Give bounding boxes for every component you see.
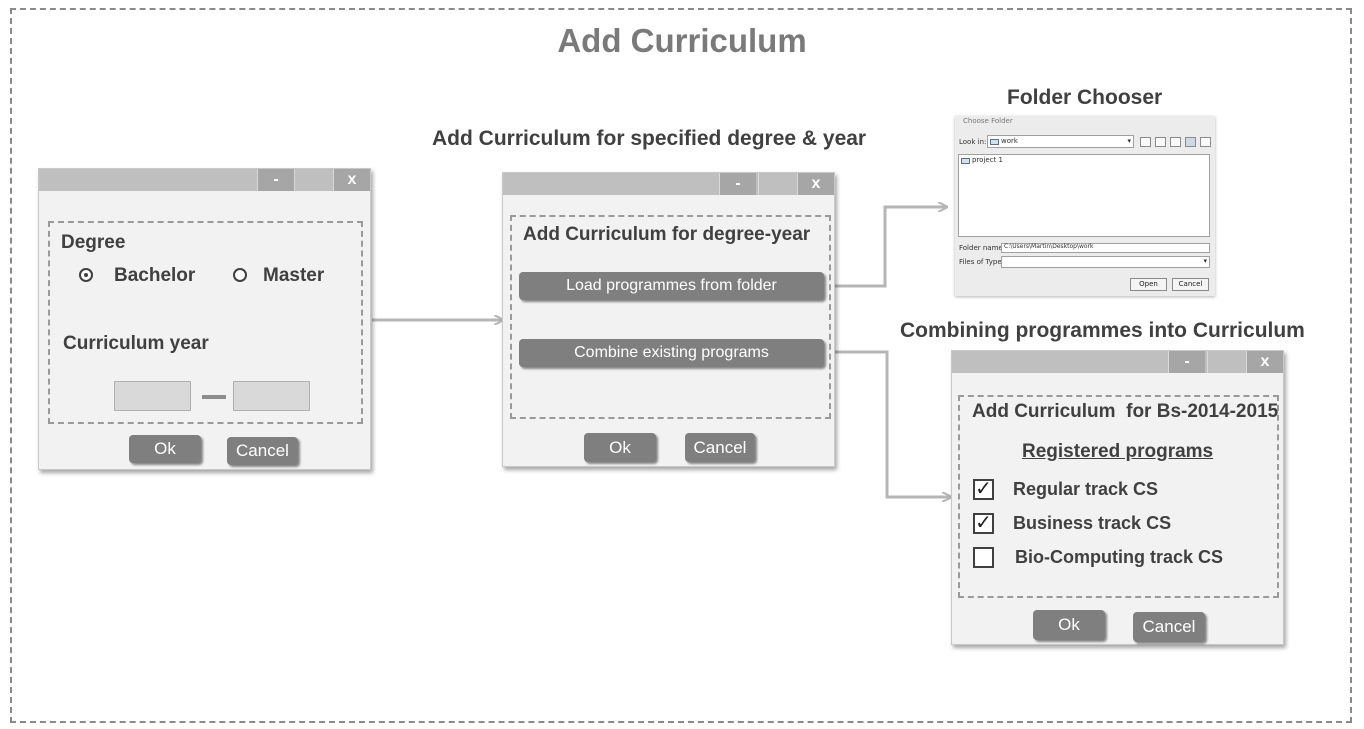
dialog-heading: Add Curriculum for Bs-2014-2015 bbox=[972, 401, 1279, 422]
ok-button[interactable]: Ok bbox=[584, 433, 656, 462]
folder-name-label: Folder name: bbox=[959, 244, 1006, 252]
dropdown-arrow-icon: ▾ bbox=[1127, 137, 1131, 145]
dropdown-arrow-icon: ▾ bbox=[1203, 257, 1207, 265]
arrow-combine-to-programs bbox=[824, 350, 951, 497]
minimize-button[interactable]: - bbox=[1168, 351, 1205, 373]
maximize-button[interactable] bbox=[758, 173, 795, 195]
chooser-window-title: Choose Folder bbox=[963, 117, 1013, 125]
open-button[interactable]: Open bbox=[1130, 278, 1167, 291]
details-view-icon[interactable] bbox=[1200, 137, 1211, 147]
ok-button[interactable]: Ok bbox=[129, 435, 201, 463]
check-icon: ✓ bbox=[975, 512, 992, 534]
minimize-button[interactable]: - bbox=[257, 169, 294, 191]
maximize-button[interactable] bbox=[1207, 351, 1244, 373]
degree-label: Degree bbox=[61, 232, 126, 253]
program-label-regular: Regular track CS bbox=[1013, 479, 1159, 499]
bachelor-radio[interactable] bbox=[79, 268, 93, 282]
year-start-input[interactable] bbox=[114, 381, 191, 411]
load-programmes-button[interactable]: Load programmes from folder bbox=[519, 272, 824, 300]
folder-icon bbox=[990, 139, 999, 145]
radio-selected-dot bbox=[84, 273, 88, 277]
arrow-load-to-folder-chooser bbox=[824, 207, 947, 288]
up-folder-icon[interactable] bbox=[1140, 137, 1151, 147]
program-label-biocomputing: Bio-Computing track CS bbox=[1015, 547, 1224, 567]
close-button[interactable]: x bbox=[1246, 351, 1283, 373]
look-in-select[interactable]: work ▾ bbox=[987, 135, 1134, 148]
ok-button[interactable]: Ok bbox=[1033, 610, 1105, 640]
cancel-button[interactable]: Cancel bbox=[685, 433, 755, 462]
program-checkbox-biocomputing[interactable] bbox=[973, 547, 994, 568]
list-view-icon[interactable] bbox=[1185, 137, 1196, 147]
program-checkbox-regular[interactable]: ✓ bbox=[973, 479, 994, 500]
dialog-heading: Add Curriculum for degree-year bbox=[523, 224, 811, 245]
degree-year-curriculum-dialog: - x Add Curriculum for degree-year Load … bbox=[502, 172, 835, 467]
folder-name-value: C:\Users\Martin\Desktop\work bbox=[1004, 243, 1094, 250]
curriculum-year-label: Curriculum year bbox=[63, 333, 209, 354]
folder-item[interactable]: project 1 bbox=[972, 156, 1003, 164]
new-folder-icon[interactable] bbox=[1170, 137, 1181, 147]
chooser-cancel-button[interactable]: Cancel bbox=[1172, 278, 1209, 291]
folder-name-input[interactable]: C:\Users\Martin\Desktop\work bbox=[1001, 243, 1210, 253]
program-label-business: Business track CS bbox=[1013, 513, 1172, 533]
home-icon[interactable] bbox=[1155, 137, 1166, 147]
close-button[interactable]: x bbox=[797, 173, 834, 195]
folder-chooser-dialog: Choose Folder Look in: work ▾ project 1 … bbox=[955, 116, 1215, 296]
degree-year-dialog: - x Degree Bachelor Master Curriculum ye… bbox=[38, 168, 371, 470]
close-button[interactable]: x bbox=[333, 169, 370, 191]
title-bar: - x bbox=[39, 169, 370, 191]
look-in-value: work bbox=[1001, 137, 1018, 145]
master-radio[interactable] bbox=[233, 268, 247, 282]
maximize-button[interactable] bbox=[294, 169, 331, 191]
title-bar: - x bbox=[952, 351, 1283, 373]
files-of-type-select[interactable]: ▾ bbox=[1001, 256, 1210, 268]
combine-programs-dialog: - x Add Curriculum for Bs-2014-2015 Regi… bbox=[951, 350, 1284, 645]
registered-programs-heading: Registered programs bbox=[1022, 441, 1214, 462]
program-checkbox-business[interactable]: ✓ bbox=[973, 513, 994, 534]
look-in-label: Look in: bbox=[959, 138, 987, 146]
bachelor-label: Bachelor bbox=[114, 265, 196, 286]
year-end-input[interactable] bbox=[233, 381, 310, 411]
folder-icon bbox=[961, 158, 970, 164]
files-of-type-label: Files of Type: bbox=[959, 258, 1004, 266]
cancel-button[interactable]: Cancel bbox=[1133, 612, 1205, 642]
check-icon: ✓ bbox=[975, 478, 992, 500]
master-label: Master bbox=[263, 265, 325, 286]
folder-list[interactable]: project 1 bbox=[958, 154, 1210, 237]
minimize-button[interactable]: - bbox=[719, 173, 756, 195]
combine-programs-button[interactable]: Combine existing programs bbox=[519, 339, 824, 367]
year-separator bbox=[202, 395, 226, 399]
title-bar: - x bbox=[503, 173, 834, 195]
cancel-button[interactable]: Cancel bbox=[227, 437, 298, 465]
